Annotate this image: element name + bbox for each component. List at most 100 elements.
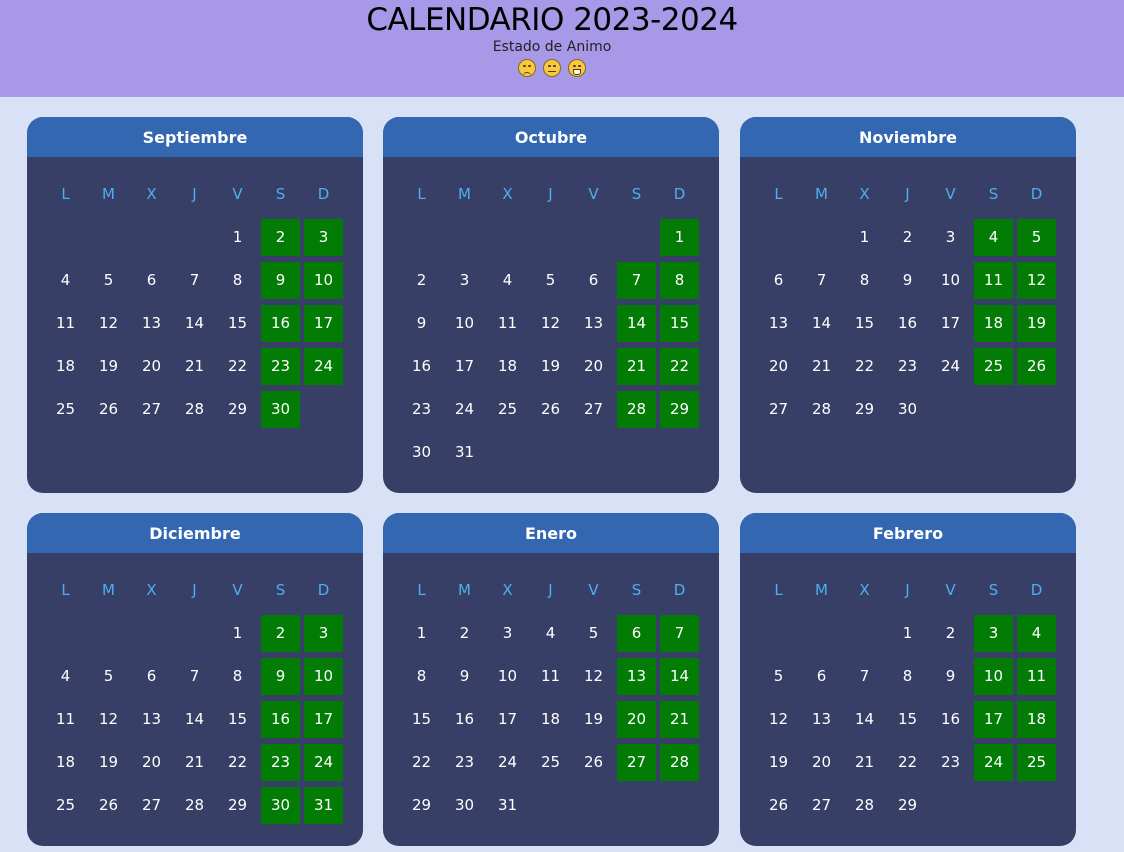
weekend-day-cell[interactable]: 12 — [1017, 262, 1056, 299]
weekend-day-cell[interactable]: 5 — [1017, 219, 1056, 256]
day-cell[interactable]: 8 — [218, 658, 257, 695]
day-cell[interactable]: 26 — [89, 391, 128, 428]
weekend-day-cell[interactable]: 6 — [617, 615, 656, 652]
day-cell[interactable]: 23 — [445, 744, 484, 781]
weekend-day-cell[interactable]: 14 — [617, 305, 656, 342]
day-cell[interactable]: 24 — [488, 744, 527, 781]
day-cell[interactable]: 1 — [218, 615, 257, 652]
weekend-day-cell[interactable]: 23 — [261, 348, 300, 385]
day-cell[interactable]: 25 — [46, 391, 85, 428]
day-cell[interactable]: 7 — [175, 658, 214, 695]
day-cell[interactable]: 22 — [218, 348, 257, 385]
day-cell[interactable]: 11 — [488, 305, 527, 342]
day-cell[interactable]: 15 — [218, 305, 257, 342]
day-cell[interactable]: 18 — [488, 348, 527, 385]
day-cell[interactable]: 7 — [175, 262, 214, 299]
weekend-day-cell[interactable]: 29 — [660, 391, 699, 428]
day-cell[interactable]: 9 — [888, 262, 927, 299]
day-cell[interactable]: 24 — [931, 348, 970, 385]
day-cell[interactable]: 29 — [402, 787, 441, 824]
day-cell[interactable]: 27 — [574, 391, 613, 428]
day-cell[interactable]: 14 — [175, 305, 214, 342]
day-cell[interactable]: 9 — [931, 658, 970, 695]
day-cell[interactable]: 16 — [931, 701, 970, 738]
weekend-day-cell[interactable]: 27 — [617, 744, 656, 781]
day-cell[interactable]: 11 — [46, 701, 85, 738]
day-cell[interactable]: 20 — [132, 348, 171, 385]
weekend-day-cell[interactable]: 28 — [660, 744, 699, 781]
day-cell[interactable]: 10 — [445, 305, 484, 342]
day-cell[interactable]: 9 — [402, 305, 441, 342]
day-cell[interactable]: 8 — [218, 262, 257, 299]
day-cell[interactable]: 26 — [574, 744, 613, 781]
day-cell[interactable]: 23 — [931, 744, 970, 781]
day-cell[interactable]: 3 — [931, 219, 970, 256]
day-cell[interactable]: 17 — [445, 348, 484, 385]
day-cell[interactable]: 27 — [132, 787, 171, 824]
weekend-day-cell[interactable]: 25 — [974, 348, 1013, 385]
day-cell[interactable]: 12 — [759, 701, 798, 738]
grinning-face-icon[interactable] — [567, 58, 586, 77]
day-cell[interactable]: 2 — [888, 219, 927, 256]
day-cell[interactable]: 28 — [802, 391, 841, 428]
day-cell[interactable]: 1 — [402, 615, 441, 652]
day-cell[interactable]: 22 — [845, 348, 884, 385]
day-cell[interactable]: 17 — [931, 305, 970, 342]
day-cell[interactable]: 20 — [759, 348, 798, 385]
weekend-day-cell[interactable]: 24 — [304, 348, 343, 385]
day-cell[interactable]: 5 — [759, 658, 798, 695]
weekend-day-cell[interactable]: 15 — [660, 305, 699, 342]
weekend-day-cell[interactable]: 17 — [304, 701, 343, 738]
day-cell[interactable]: 15 — [402, 701, 441, 738]
weekend-day-cell[interactable]: 1 — [660, 219, 699, 256]
neutral-face-icon[interactable] — [543, 58, 561, 77]
day-cell[interactable]: 8 — [888, 658, 927, 695]
day-cell[interactable]: 4 — [46, 658, 85, 695]
weekend-day-cell[interactable]: 13 — [617, 658, 656, 695]
day-cell[interactable]: 19 — [574, 701, 613, 738]
day-cell[interactable]: 5 — [89, 262, 128, 299]
weekend-day-cell[interactable]: 14 — [660, 658, 699, 695]
weekend-day-cell[interactable]: 22 — [660, 348, 699, 385]
weekend-day-cell[interactable]: 3 — [304, 615, 343, 652]
day-cell[interactable]: 2 — [445, 615, 484, 652]
day-cell[interactable]: 11 — [531, 658, 570, 695]
weekend-day-cell[interactable]: 16 — [261, 305, 300, 342]
day-cell[interactable]: 15 — [845, 305, 884, 342]
day-cell[interactable]: 6 — [802, 658, 841, 695]
day-cell[interactable]: 31 — [488, 787, 527, 824]
weekend-day-cell[interactable]: 9 — [261, 262, 300, 299]
day-cell[interactable]: 4 — [46, 262, 85, 299]
day-cell[interactable]: 5 — [89, 658, 128, 695]
weekend-day-cell[interactable]: 21 — [660, 701, 699, 738]
day-cell[interactable]: 18 — [46, 744, 85, 781]
day-cell[interactable]: 13 — [802, 701, 841, 738]
day-cell[interactable]: 27 — [759, 391, 798, 428]
weekend-day-cell[interactable]: 11 — [974, 262, 1013, 299]
day-cell[interactable]: 20 — [132, 744, 171, 781]
day-cell[interactable]: 28 — [175, 787, 214, 824]
day-cell[interactable]: 7 — [845, 658, 884, 695]
day-cell[interactable]: 2 — [931, 615, 970, 652]
weekend-day-cell[interactable]: 10 — [974, 658, 1013, 695]
day-cell[interactable]: 21 — [802, 348, 841, 385]
day-cell[interactable]: 13 — [132, 305, 171, 342]
day-cell[interactable]: 6 — [574, 262, 613, 299]
day-cell[interactable]: 31 — [445, 434, 484, 471]
day-cell[interactable]: 29 — [845, 391, 884, 428]
weekend-day-cell[interactable]: 16 — [261, 701, 300, 738]
day-cell[interactable]: 22 — [218, 744, 257, 781]
day-cell[interactable]: 6 — [759, 262, 798, 299]
day-cell[interactable]: 26 — [89, 787, 128, 824]
day-cell[interactable]: 13 — [574, 305, 613, 342]
weekend-day-cell[interactable]: 11 — [1017, 658, 1056, 695]
day-cell[interactable]: 3 — [445, 262, 484, 299]
day-cell[interactable]: 15 — [888, 701, 927, 738]
day-cell[interactable]: 21 — [845, 744, 884, 781]
day-cell[interactable]: 14 — [845, 701, 884, 738]
day-cell[interactable]: 12 — [574, 658, 613, 695]
weekend-day-cell[interactable]: 25 — [1017, 744, 1056, 781]
weekend-day-cell[interactable]: 30 — [261, 787, 300, 824]
day-cell[interactable]: 19 — [531, 348, 570, 385]
day-cell[interactable]: 16 — [445, 701, 484, 738]
